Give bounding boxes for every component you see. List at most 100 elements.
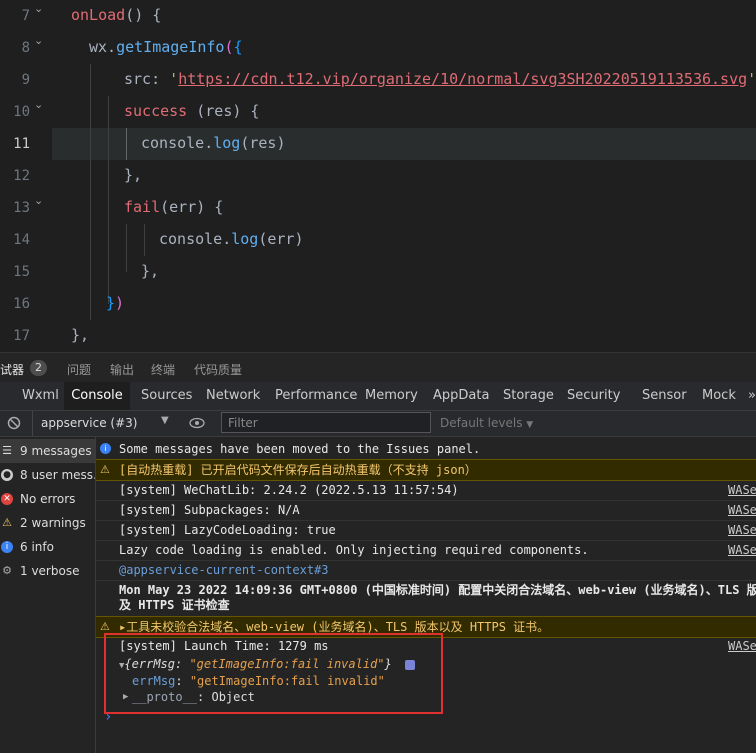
tab-console[interactable]: Console <box>64 382 130 410</box>
sidebar-item-verbose[interactable]: ⚙ 1 verbose <box>0 559 95 583</box>
line-number: 8 <box>21 40 30 56</box>
code-line: wx.getImageInfo({ <box>89 38 243 56</box>
tab-code-quality[interactable]: 代码质量 <box>194 361 242 378</box>
indent-guide <box>126 224 127 272</box>
tab-performance[interactable]: Performance <box>275 382 357 410</box>
source-link[interactable]: WASer <box>728 480 756 500</box>
code-editor[interactable]: 7 8 9 10 11 12 13 14 15 16 17 ⌄ ⌄ ⌄ ⌄ on… <box>0 0 756 352</box>
code-line: }) <box>106 294 125 312</box>
verbose-icon: ⚙ <box>2 564 12 577</box>
warning-icon: ⚠ <box>2 516 12 529</box>
divider <box>32 411 33 436</box>
message-text: [system] WeChatLib: 2.24.2 (2022.5.13 11… <box>119 483 459 497</box>
code-line: onLoad() { <box>71 6 162 24</box>
tab-problems[interactable]: 问题 <box>67 361 91 378</box>
line-number: 17 <box>13 328 30 344</box>
source-link[interactable]: WASer <box>728 636 756 656</box>
console-filter-bar: appservice (#3) ▼ Filter Default levels … <box>0 411 756 437</box>
line-number: 15 <box>13 264 30 280</box>
levels-label: Default levels <box>440 416 523 430</box>
indent-guide <box>144 224 145 256</box>
source-link[interactable]: WASer <box>728 520 756 540</box>
console-message: [system] LazyCodeLoading: true WASer <box>96 520 756 541</box>
info-icon: i <box>1 541 13 553</box>
fold-chevron-icon[interactable]: ⌄ <box>34 194 43 207</box>
line-number: 10 <box>13 104 30 120</box>
tab-sources[interactable]: Sources <box>141 382 192 410</box>
console-warning: ⚠ [自动热重载] 已开启代码文件保存后自动热重载（不支持 json） <box>96 459 756 481</box>
context-divider: @appservice-current-context#3 <box>96 560 756 581</box>
devtools-tabbar: Wxml Console Sources Network Performance… <box>0 382 756 411</box>
chevron-down-icon: ▼ <box>526 420 534 430</box>
sidebar-item-label: No errors <box>20 492 76 506</box>
filter-input[interactable]: Filter <box>221 412 431 433</box>
tab-storage[interactable]: Storage <box>503 382 554 410</box>
code-line: fail(err) { <box>124 198 224 216</box>
console-message: i Some messages have been moved to the I… <box>96 439 756 460</box>
tab-security[interactable]: Security <box>567 382 620 410</box>
line-number: 14 <box>13 232 30 248</box>
user-icon: ● <box>1 469 13 481</box>
fold-chevron-icon[interactable]: ⌄ <box>34 98 43 111</box>
line-number: 13 <box>13 200 30 216</box>
more-tabs-icon[interactable]: » <box>748 382 756 410</box>
info-icon: i <box>100 443 111 454</box>
indent-guide <box>126 128 127 160</box>
clear-console-icon[interactable] <box>7 416 21 430</box>
sidebar-item-label: 1 verbose <box>20 564 80 578</box>
error-icon: ✕ <box>1 493 13 505</box>
context-select[interactable]: appservice (#3) <box>41 416 137 430</box>
code-line: success (res) { <box>124 102 260 120</box>
sidebar-item-errors[interactable]: ✕ No errors <box>0 487 95 511</box>
code-line-current: console.log(res) <box>141 134 286 152</box>
console-message: Mon May 23 2022 14:09:36 GMT+0800 (中国标准时… <box>96 580 756 617</box>
highlight-annotation-box <box>104 633 443 714</box>
code-line: }, <box>141 262 160 280</box>
tab-terminal[interactable]: 终端 <box>151 361 175 378</box>
code-line: console.log(err) <box>159 230 304 248</box>
tab-wxml[interactable]: Wxml <box>22 382 59 410</box>
sidebar-item-info[interactable]: i 6 info <box>0 535 95 559</box>
sidebar-item-user-messages[interactable]: ● 8 user mess… <box>0 463 95 487</box>
context-label: @appservice-current-context#3 <box>119 563 329 577</box>
line-number: 7 <box>21 8 30 24</box>
tab-network[interactable]: Network <box>206 382 260 410</box>
fold-chevron-icon[interactable]: ⌄ <box>34 34 43 47</box>
fold-chevron-icon[interactable]: ⌄ <box>34 2 43 15</box>
message-text: Lazy code loading is enabled. Only injec… <box>119 543 589 557</box>
tab-memory[interactable]: Memory <box>365 382 418 410</box>
tab-sensor[interactable]: Sensor <box>642 382 687 410</box>
message-text: [自动热重载] 已开启代码文件保存后自动热重载（不支持 json） <box>119 463 477 477</box>
tab-debugger[interactable]: 试器 <box>0 361 24 378</box>
line-number: 9 <box>21 72 30 88</box>
eye-icon[interactable] <box>189 417 205 429</box>
bottom-panel-tabs: 试器 2 问题 输出 终端 代码质量 <box>0 352 756 383</box>
tab-mock[interactable]: Mock <box>702 382 736 410</box>
message-text: Mon May 23 2022 14:09:36 GMT+0800 (中国标准时… <box>119 583 756 597</box>
sidebar-item-messages[interactable]: ☰ 9 messages <box>0 439 95 463</box>
sidebar-item-label: 8 user mess… <box>20 468 95 482</box>
source-link[interactable]: WASer <box>728 540 756 560</box>
indent-guide <box>108 96 109 304</box>
message-text: 及 HTTPS 证书检查 <box>119 598 230 612</box>
console-message: Lazy code loading is enabled. Only injec… <box>96 540 756 561</box>
tab-appdata[interactable]: AppData <box>433 382 489 410</box>
message-text: [system] LazyCodeLoading: true <box>119 523 336 537</box>
source-link[interactable]: WASer <box>728 500 756 520</box>
chevron-down-icon[interactable]: ▼ <box>161 415 169 426</box>
debugger-count-badge: 2 <box>30 360 47 376</box>
console-message: [system] WeChatLib: 2.24.2 (2022.5.13 11… <box>96 480 756 501</box>
code-line: }, <box>124 166 143 184</box>
message-text: Some messages have been moved to the Iss… <box>119 442 481 456</box>
console-sidebar: ☰ 9 messages ● 8 user mess… ✕ No errors … <box>0 437 96 753</box>
sidebar-item-label: 6 info <box>20 540 54 554</box>
sidebar-item-warnings[interactable]: ⚠ 2 warnings <box>0 511 95 535</box>
code-line: src: 'https://cdn.t12.vip/organize/10/no… <box>124 70 756 88</box>
levels-dropdown[interactable]: Default levels ▼ <box>440 416 533 430</box>
tab-output[interactable]: 输出 <box>110 361 134 378</box>
line-number: 12 <box>13 168 30 184</box>
warning-icon: ⚠ <box>100 463 110 476</box>
message-text: [system] Subpackages: N/A <box>119 503 300 517</box>
code-line: }, <box>71 326 90 344</box>
console-message: [system] Subpackages: N/A WASer <box>96 500 756 521</box>
